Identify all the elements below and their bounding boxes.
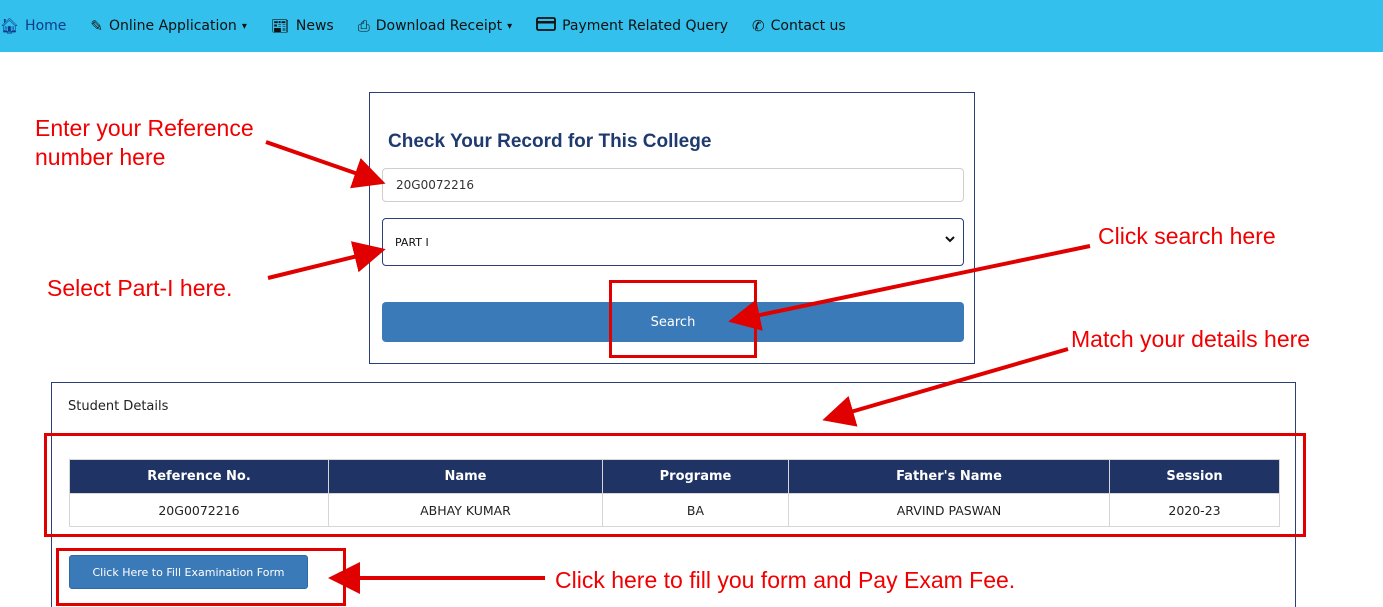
nav-news-label: News — [295, 18, 334, 34]
nav-online-application[interactable]: ✎ Online Application ▾ — [78, 0, 258, 52]
column-header: Reference No. — [69, 459, 329, 494]
record-check-panel: Check Your Record for This College 20G00… — [369, 92, 975, 364]
column-header: Name — [328, 459, 603, 494]
table-cell: ARVIND PASWAN — [788, 493, 1110, 527]
column-header: Session — [1109, 459, 1280, 494]
credit-card-icon — [536, 17, 557, 35]
home-icon: 🏠︎ — [0, 17, 20, 35]
nav-online-application-label: Online Application — [108, 18, 237, 34]
pencil-icon: ✎ — [90, 17, 103, 35]
nav-contact-us-label: Contact us — [770, 18, 846, 34]
nav-contact-us[interactable]: ✆ Contact us — [740, 0, 858, 52]
annotation-select-part: Select Part-I here. — [47, 275, 233, 301]
fill-examination-form-button[interactable]: Click Here to Fill Examination Form — [69, 555, 308, 589]
annotation-match-details: Match your details here — [1071, 326, 1311, 352]
column-header: Father's Name — [788, 459, 1110, 494]
printer-icon: ⎙ — [357, 17, 370, 35]
table-row: 20G0072216 ABHAY KUMAR BA ARVIND PASWAN … — [69, 493, 1280, 527]
search-button-label: Search — [650, 314, 696, 330]
table-cell: 2020-23 — [1109, 493, 1280, 527]
table-header-row: Reference No. Name Programe Father's Nam… — [69, 459, 1280, 494]
student-details-table: Reference No. Name Programe Father's Nam… — [69, 459, 1280, 527]
nav-news[interactable]: 📰︎ News — [259, 0, 346, 52]
reference-number-value: 20G0072216 — [396, 178, 475, 192]
annotation-enter-reference: Enter your Reference number here — [35, 115, 254, 170]
annotation-click-search: Click search here — [1098, 223, 1276, 249]
student-details-heading: Student Details — [68, 399, 169, 414]
nav-payment-query-label: Payment Related Query — [562, 18, 729, 34]
nav-home-label: Home — [25, 18, 67, 34]
nav-download-receipt[interactable]: ⎙ Download Receipt ▾ — [346, 0, 524, 52]
caret-down-icon: ▾ — [241, 20, 247, 32]
nav-home[interactable]: 🏠︎ Home — [0, 0, 78, 52]
arrow-to-part-select — [267, 241, 386, 280]
table-cell: BA — [602, 493, 789, 527]
record-check-title: Check Your Record for This College — [388, 131, 712, 152]
phone-icon: ✆ — [752, 17, 765, 35]
chevron-down-icon — [945, 236, 955, 243]
annotation-fill-form: Click here to fill you form and Pay Exam… — [555, 567, 1016, 593]
arrow-to-reference-input — [265, 140, 386, 189]
reference-number-input[interactable]: 20G0072216 — [382, 168, 964, 202]
nav-download-receipt-label: Download Receipt — [375, 18, 503, 34]
fill-examination-form-label: Click Here to Fill Examination Form — [92, 565, 285, 579]
table-cell: ABHAY KUMAR — [328, 493, 603, 527]
part-select[interactable]: PART I — [382, 218, 964, 266]
column-header: Programe — [602, 459, 789, 494]
nav-payment-query[interactable]: Payment Related Query — [524, 0, 740, 52]
caret-down-icon: ▾ — [507, 20, 513, 32]
search-button[interactable]: Search — [382, 302, 964, 342]
table-cell: 20G0072216 — [69, 493, 329, 527]
part-select-value: PART I — [395, 235, 429, 249]
top-navbar: 🏠︎ Home ✎ Online Application ▾ 📰︎ News ⎙… — [0, 0, 1383, 52]
newspaper-icon: 📰︎ — [270, 17, 290, 35]
